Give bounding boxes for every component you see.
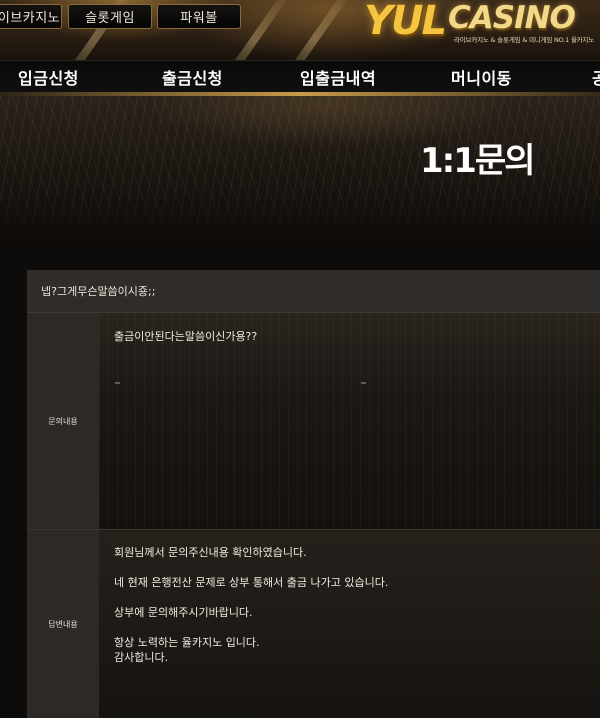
inquiry-subject-text: 넵?그게무슨말씀이시죵;; [41,285,156,298]
page-title: 1:1문의 [420,141,535,181]
logo-tagline: 라이브카지노 & 슬롯게임 & 미니게임 NO.1 율카지노 [454,36,595,44]
slot-game-button[interactable]: 슬롯게임 [68,4,152,29]
answer-content-label: 답변내용 [27,530,99,718]
logo-word-casino: CASINO [448,0,576,36]
nav-item-history[interactable]: 입출금내역 [300,61,376,93]
main-nav: 입금신청 출금신청 입출금내역 머니이동 공 [0,60,600,96]
answer-line: 감사합니다. [114,651,169,664]
live-casino-button[interactable]: 이브카지노 [0,4,62,29]
site-logo[interactable]: YUL CASINO 라이브카지노 & 슬롯게임 & 미니게임 NO.1 율카지… [362,0,600,50]
answer-content-body: 회원님께서 문의주신내용 확인하였습니다. 네 현재 은행전산 문제로 상부 통… [99,530,600,718]
light-streak [276,0,352,60]
nav-item-notice[interactable]: 공 [592,61,600,93]
inquiry-content-text: 출금이안된다는말씀이신가용?? [114,330,258,343]
banner-fade [0,186,600,272]
answer-line: 항상 노력하는 율카지노 입니다. [114,636,260,649]
background-speck [361,382,366,384]
background-speck [115,382,120,384]
nav-item-deposit[interactable]: 입금신청 [18,61,79,93]
nav-item-money-transfer[interactable]: 머니이동 [451,61,512,93]
answer-line-blank [114,590,600,605]
top-header: 이브카지노 슬롯게임 파워볼 YUL CASINO 라이브카지노 & 슬롯게임 … [0,0,600,60]
inquiry-subject: 넵?그게무슨말씀이시죵;; [27,270,600,313]
answer-line-blank [114,620,600,635]
answer-line: 회원님께서 문의주신내용 확인하였습니다. [114,546,307,559]
inquiry-content-body: 출금이안된다는말씀이신가용?? [99,313,600,529]
inquiry-content-row: 문의내용 출금이안된다는말씀이신가용?? [27,313,600,530]
page-banner: 1:1문의 [0,96,600,272]
answer-line: 네 현재 은행전산 문제로 상부 통해서 출금 나가고 있습니다. [114,576,389,589]
powerball-button[interactable]: 파워볼 [157,4,241,29]
inquiry-content-label: 문의내용 [27,313,99,529]
inquiry-detail-panel: 넵?그게무슨말씀이시죵;; 문의내용 출금이안된다는말씀이신가용?? 답변내용 … [27,270,600,718]
logo-word-yul: YUL [364,0,447,44]
answer-content-row: 답변내용 회원님께서 문의주신내용 확인하였습니다. 네 현재 은행전산 문제로… [27,530,600,718]
nav-item-withdraw[interactable]: 출금신청 [162,61,223,93]
answer-line: 상부에 문의해주시기바랍니다. [114,606,253,619]
answer-line-blank [114,560,600,575]
